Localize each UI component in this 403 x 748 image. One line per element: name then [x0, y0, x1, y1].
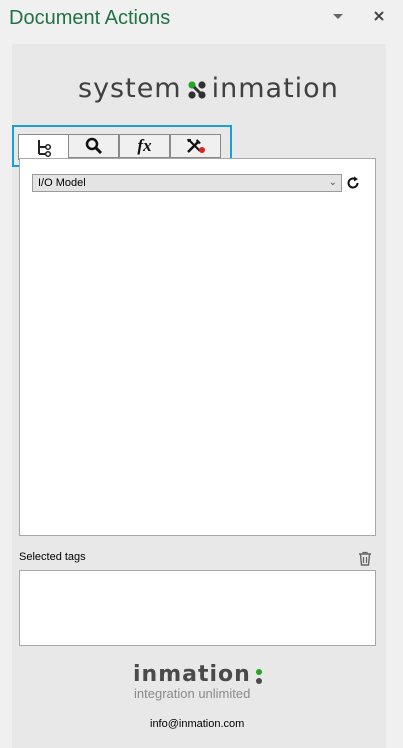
model-tree-area — [19, 158, 376, 536]
pane-options-button[interactable] — [330, 10, 346, 24]
close-button[interactable] — [371, 8, 387, 24]
tab-tools[interactable] — [170, 134, 221, 158]
tab-tree[interactable] — [18, 134, 69, 160]
clear-tags-button[interactable] — [358, 551, 372, 566]
logo-right-word: inmation — [211, 72, 339, 104]
model-select-value: I/O Model — [38, 177, 86, 189]
brand-dots-icon — [254, 668, 264, 686]
refresh-icon — [347, 176, 359, 189]
pane-title: Document Actions — [9, 7, 171, 29]
logo-dots-icon — [186, 77, 208, 99]
task-pane-header: Document Actions — [0, 0, 403, 40]
close-icon — [374, 11, 384, 21]
trash-icon — [359, 551, 371, 566]
chevron-down-icon — [333, 14, 343, 19]
refresh-button[interactable] — [345, 175, 361, 191]
selected-tags-list[interactable] — [19, 570, 376, 646]
inmation-brand: inmation — [133, 662, 251, 687]
tab-search[interactable] — [68, 134, 119, 158]
brand-tagline: integration unlimited — [134, 686, 251, 701]
selected-tags-label: Selected tags — [19, 551, 86, 563]
search-icon — [85, 137, 102, 155]
tree-hierarchy-icon — [37, 139, 51, 157]
tab-function[interactable]: fx — [119, 134, 170, 158]
logo-left-word: system — [78, 72, 182, 104]
function-icon: fx — [137, 136, 152, 155]
model-select[interactable]: I/O Model ⌄ — [32, 174, 342, 192]
contact-email[interactable]: info@inmation.com — [150, 718, 244, 730]
tools-icon — [186, 139, 205, 153]
chevron-down-icon: ⌄ — [328, 177, 337, 188]
system-inmation-logo: system inmation — [78, 70, 339, 106]
